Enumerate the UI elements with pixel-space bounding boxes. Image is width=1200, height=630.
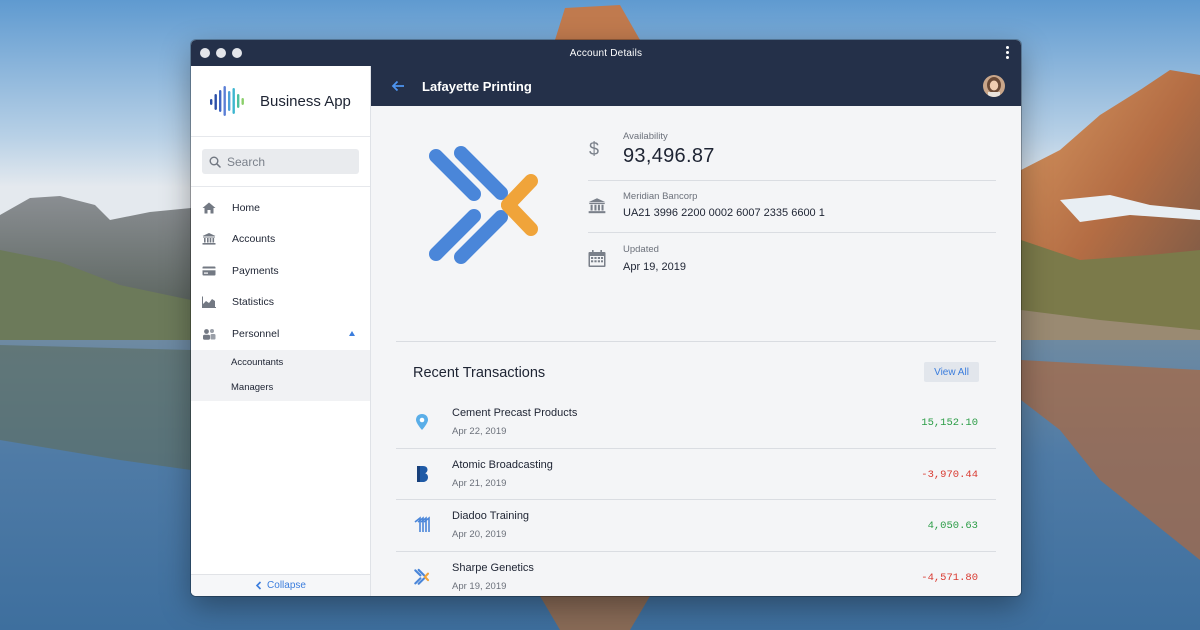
sidebar-subitem-label: Accountants xyxy=(231,356,284,368)
sidebar-item-home[interactable]: Home xyxy=(191,192,370,224)
sidebar-item-personnel[interactable]: Personnel xyxy=(191,318,370,350)
chevron-left-icon xyxy=(255,581,262,590)
brand-name: Business App xyxy=(260,92,351,110)
transaction-date: Apr 19, 2019 xyxy=(452,580,507,592)
transaction-date: Apr 21, 2019 xyxy=(452,477,507,489)
updated-row: Updated Apr 19, 2019 xyxy=(588,233,996,287)
location-pin-icon xyxy=(414,413,430,431)
transaction-row[interactable]: Diadoo Training Apr 20, 2019 4,050.63 xyxy=(396,500,996,552)
recent-transactions-title: Recent Transactions xyxy=(413,365,546,381)
calendar-icon xyxy=(588,244,623,287)
people-icon xyxy=(202,328,216,340)
bank-icon xyxy=(202,233,216,245)
minimize-window-button[interactable] xyxy=(216,48,226,58)
personnel-submenu: Accountants Managers xyxy=(191,349,370,401)
transaction-amount: -3,970.44 xyxy=(921,468,978,481)
maximize-window-button[interactable] xyxy=(232,48,242,58)
collapse-label: Collapse xyxy=(267,580,306,591)
search-area xyxy=(191,137,370,187)
updated-value: Apr 19, 2019 xyxy=(623,261,686,273)
transaction-row[interactable]: Cement Precast Products Apr 22, 2019 15,… xyxy=(396,397,996,449)
search-icon xyxy=(209,156,221,168)
chart-icon xyxy=(202,296,216,309)
transaction-name: Cement Precast Products xyxy=(452,407,578,419)
sidebar-item-label: Accounts xyxy=(232,233,276,246)
sidebar-item-accounts[interactable]: Accounts xyxy=(191,224,370,256)
transactions-list: Cement Precast Products Apr 22, 2019 15,… xyxy=(396,397,996,596)
transaction-amount: -4,571.80 xyxy=(921,571,978,584)
sidebar-subitem-managers[interactable]: Managers xyxy=(191,375,370,401)
app-logo-icon xyxy=(210,86,244,116)
availability-row: $ Availability 93,496.87 xyxy=(588,131,996,181)
sharpe-logo-icon xyxy=(414,568,430,586)
search-input[interactable] xyxy=(227,154,347,169)
bank-name: Meridian Bancorp xyxy=(623,191,698,202)
account-info: $ Availability 93,496.87 Meridian Bancor… xyxy=(588,131,996,287)
window-titlebar: Account Details xyxy=(191,40,1021,66)
transaction-name: Atomic Broadcasting xyxy=(452,458,553,471)
window-title: Account Details xyxy=(569,47,643,59)
back-arrow-icon[interactable] xyxy=(391,79,405,93)
transaction-row[interactable]: Sharpe Genetics Apr 19, 2019 -4,571.80 xyxy=(396,552,996,597)
sidebar-item-label: Statistics xyxy=(232,296,275,309)
app-window: Account Details Business App Search Home… xyxy=(191,40,1021,596)
collapse-button[interactable]: Collapse xyxy=(191,574,370,596)
bank-row: Meridian Bancorp UA21 3996 2200 0002 600… xyxy=(588,181,996,233)
close-window-button[interactable] xyxy=(200,48,210,58)
window-controls xyxy=(200,48,242,58)
search-box[interactable] xyxy=(202,149,359,174)
transaction-date: Apr 20, 2019 xyxy=(452,529,507,540)
sidebar-item-statistics[interactable]: Statistics xyxy=(191,287,370,319)
availability-value: 93,496.87 xyxy=(623,145,715,167)
transaction-amount: 4,050.63 xyxy=(927,520,978,532)
transaction-amount: 15,152.10 xyxy=(921,417,978,429)
brand: Business App xyxy=(191,66,370,137)
atomic-logo-icon xyxy=(414,465,430,483)
sidebar-item-label: Home xyxy=(232,201,261,214)
transaction-date: Apr 22, 2019 xyxy=(452,426,507,437)
sidebar-nav: Home Accounts Payments Statistics Person… xyxy=(191,187,370,401)
sidebar-item-label: Payments xyxy=(232,264,279,277)
dollar-icon: $ xyxy=(588,131,623,180)
transaction-name: Diadoo Training xyxy=(452,510,530,522)
svg-text:$: $ xyxy=(589,139,599,159)
section-divider xyxy=(396,341,996,342)
main-content: $ Availability 93,496.87 Meridian Bancor… xyxy=(371,106,1021,596)
sidebar-item-payments[interactable]: Payments xyxy=(191,255,370,287)
availability-label: Availability xyxy=(623,131,668,142)
sidebar-subitem-accountants[interactable]: Accountants xyxy=(191,350,370,376)
bank-icon xyxy=(588,191,623,232)
user-avatar[interactable] xyxy=(983,75,1005,97)
credit-card-icon xyxy=(202,265,216,277)
account-title: Lafayette Printing xyxy=(422,78,532,94)
home-icon xyxy=(202,202,216,214)
view-all-button[interactable]: View All xyxy=(924,362,979,382)
account-header: Lafayette Printing xyxy=(371,66,1021,106)
diadoo-logo-icon xyxy=(414,516,430,534)
transaction-name: Sharpe Genetics xyxy=(452,561,534,574)
more-options-icon[interactable] xyxy=(1006,46,1010,61)
sidebar-subitem-label: Managers xyxy=(231,382,274,394)
caret-up-icon[interactable] xyxy=(349,331,355,336)
sidebar-item-label: Personnel xyxy=(232,327,280,340)
company-logo-icon xyxy=(426,141,546,276)
updated-label: Updated xyxy=(623,244,659,255)
sidebar: Business App Home Ac xyxy=(191,66,371,596)
iban-value: UA21 3996 2200 0002 6007 2335 6600 1 xyxy=(623,207,825,219)
transaction-row[interactable]: Atomic Broadcasting Apr 21, 2019 -3,970.… xyxy=(396,449,996,500)
